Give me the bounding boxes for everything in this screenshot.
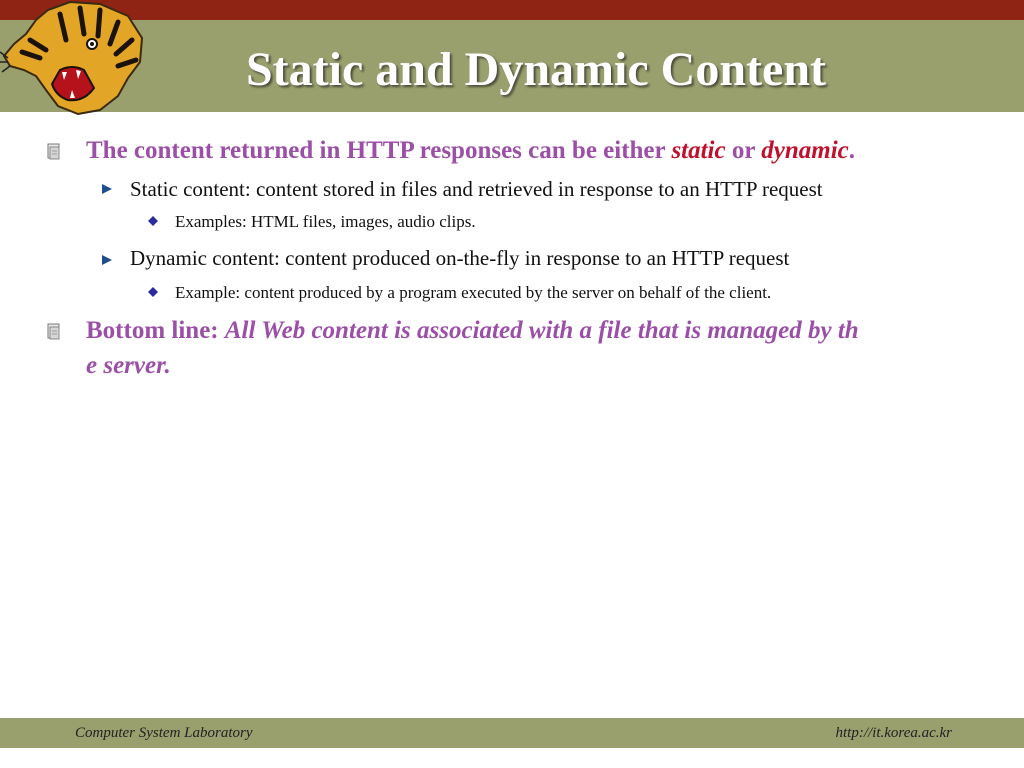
triangle-arrow-icon bbox=[102, 184, 112, 194]
bullet-text: The content returned in HTTP responses c… bbox=[86, 137, 672, 164]
footer-url: http://it.korea.ac.kr bbox=[835, 725, 953, 741]
document-icon bbox=[47, 323, 60, 340]
triangle-arrow-icon bbox=[102, 255, 112, 265]
diamond-icon bbox=[148, 216, 158, 226]
bullet-text: Bottom line: bbox=[86, 317, 225, 344]
bullet-level2-dynamic: Dynamic content: content produced on-the… bbox=[130, 246, 790, 270]
document-icon bbox=[47, 143, 60, 160]
bullet-level2-static: Static content: content stored in files … bbox=[130, 177, 823, 201]
bullet-text: . bbox=[848, 137, 856, 164]
bullet-level1-http-content: The content returned in HTTP responses c… bbox=[86, 133, 855, 168]
slide-content: The content returned in HTTP responses c… bbox=[0, 0, 1024, 768]
diamond-icon bbox=[148, 287, 158, 297]
emphasis-static: static bbox=[671, 137, 726, 164]
bullet-level3-dynamic-example: Example: content produced by a program e… bbox=[175, 283, 772, 302]
bullet-text: or bbox=[725, 137, 762, 164]
bullet-level1-bottom-line: Bottom line: All Web content is associat… bbox=[86, 313, 859, 383]
bullet-level3-static-examples: Examples: HTML files, images, audio clip… bbox=[175, 212, 476, 231]
emphasis-bottom-line-cont: e server. bbox=[86, 352, 171, 379]
footer-bar: Computer System Laboratory http://it.kor… bbox=[0, 718, 1024, 748]
emphasis-dynamic: dynamic bbox=[761, 137, 849, 164]
footer-lab-name: Computer System Laboratory bbox=[75, 725, 253, 741]
emphasis-bottom-line: All Web content is associated with a fil… bbox=[224, 317, 859, 344]
